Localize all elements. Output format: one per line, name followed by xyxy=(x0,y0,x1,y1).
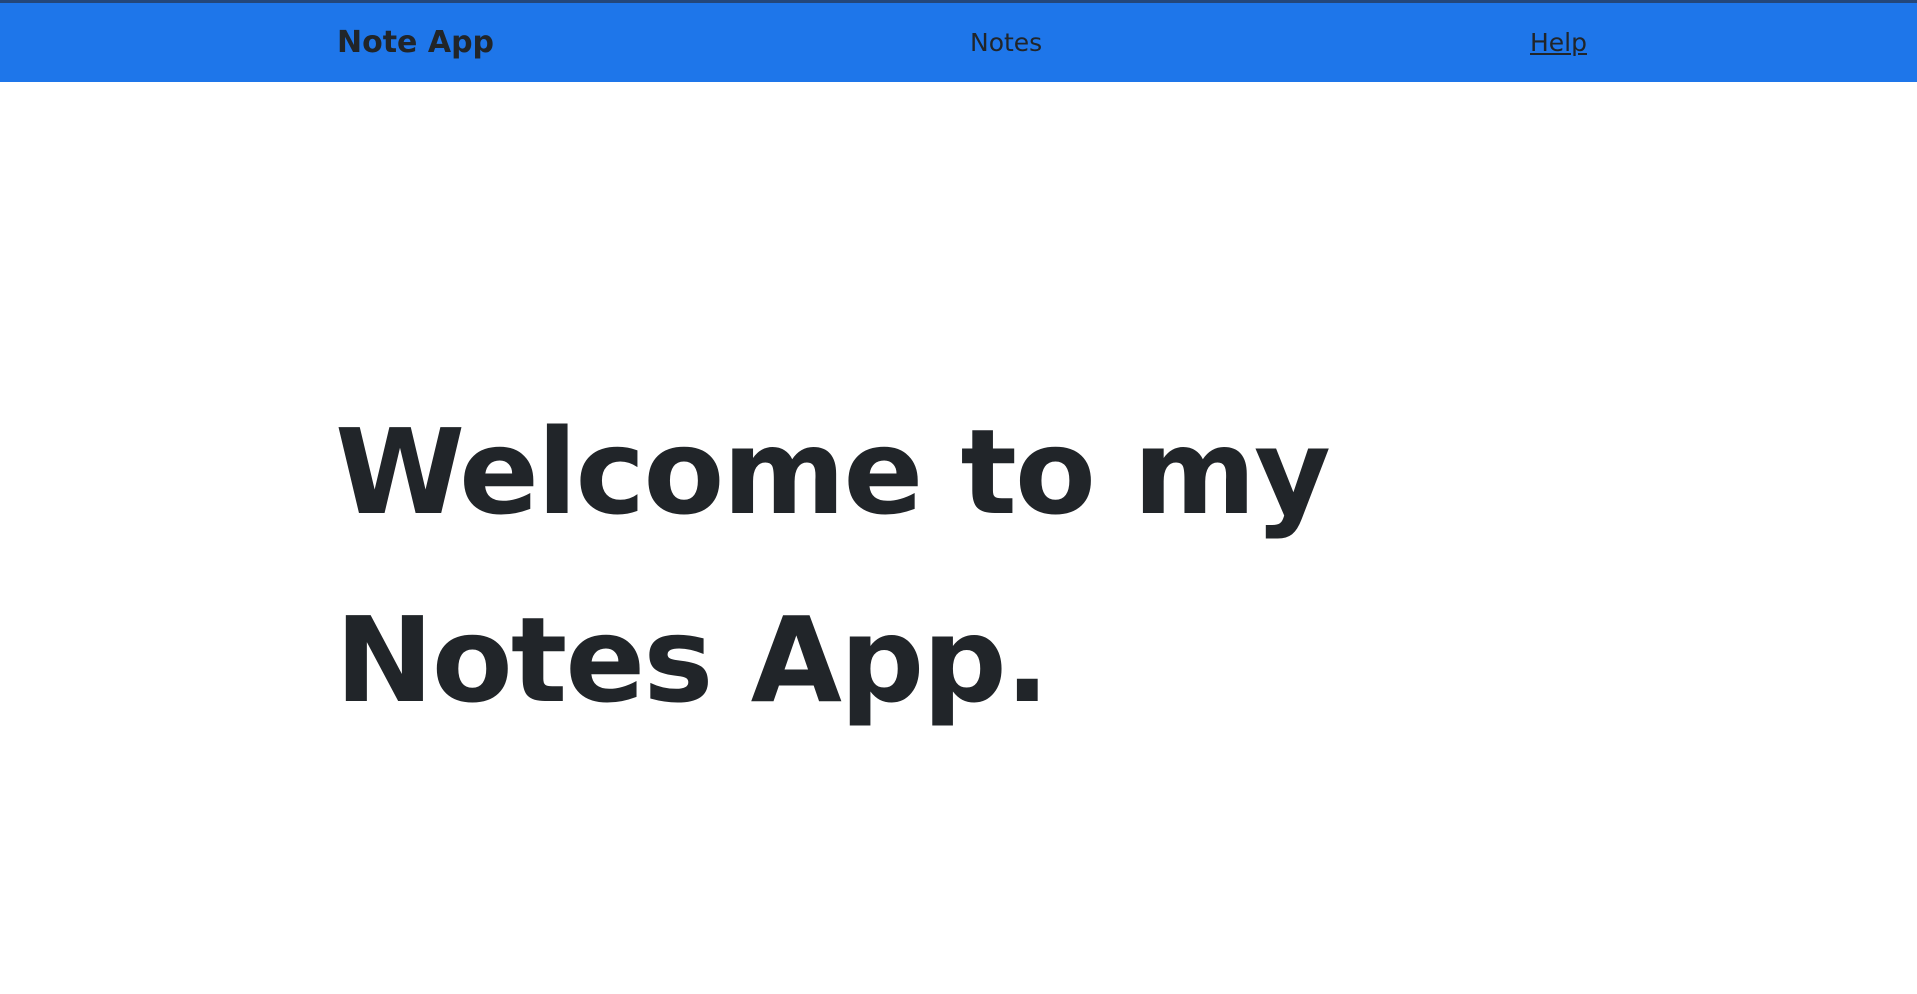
top-navbar: Note App Notes Help xyxy=(0,3,1917,82)
hero-section: Welcome to my Notes App. xyxy=(335,378,1335,754)
welcome-heading: Welcome to my Notes App. xyxy=(335,403,1331,729)
nav-link-notes[interactable]: Notes xyxy=(970,3,1042,82)
brand-link[interactable]: Note App xyxy=(337,3,494,82)
nav-link-help[interactable]: Help xyxy=(1530,3,1587,82)
